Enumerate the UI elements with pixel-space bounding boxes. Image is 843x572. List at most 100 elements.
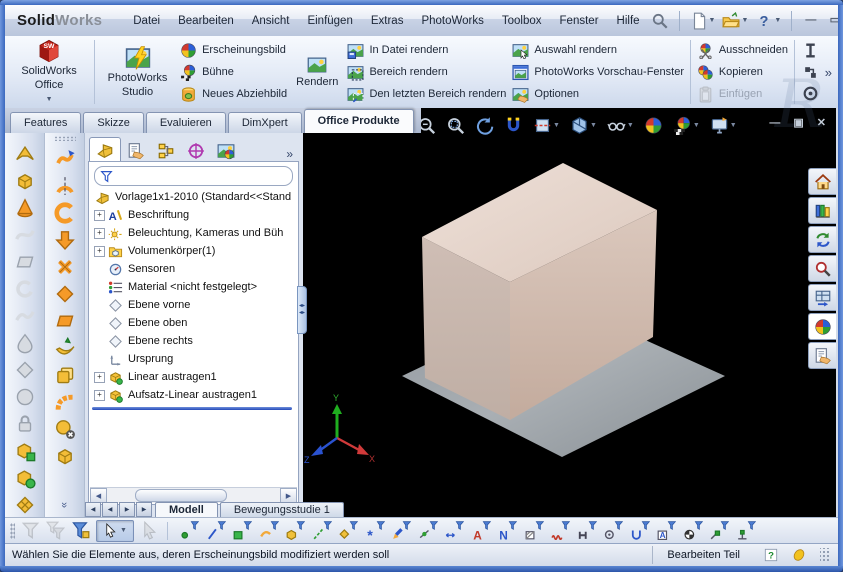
delete-body-tool-button[interactable] [54,418,76,440]
help-button[interactable]: ?▼ [753,11,783,31]
auswahl-rendern-button[interactable]: Auswahl rendern [512,40,684,60]
previous-view-button[interactable] [473,115,496,136]
beschriftung-row[interactable]: +ABeschriftung [89,206,298,224]
filter-midpoints-button[interactable] [419,521,438,540]
menu-datei[interactable]: Datei [124,6,169,36]
view-orientation-button[interactable]: ▼ [568,115,599,136]
den-letzten-bereich-rendern-button[interactable]: Den letzten Bereich rendern [347,84,506,104]
photoworks-studio-button[interactable]: PhotoWorks Studio [98,36,177,108]
kopieren-button[interactable]: Kopieren [697,62,788,82]
solidworks-office-button[interactable]: SW SolidWorks Office ▼ [7,36,91,108]
optionen-button[interactable]: Optionen [512,84,684,104]
filter-dowel-symbols-button[interactable] [604,521,623,540]
lock-tool-button[interactable] [14,413,36,435]
filter-notes-button[interactable]: N [498,521,517,540]
filter-axes-button[interactable] [313,521,332,540]
volumenkoerper-row[interactable]: +Volumenkörper(1) [89,242,298,260]
toolbar-grip[interactable] [10,523,15,539]
first-tab-button[interactable]: ◀ [85,502,101,517]
quick-tips-icon[interactable]: ? [764,548,778,562]
tab-office-produkte[interactable]: Office Produkte [304,109,414,133]
menu-hilfe[interactable]: Hilfe [608,6,649,36]
graphics-viewport[interactable]: Y X Z ▼▼▼▼▼ —▣✕ [303,108,836,517]
tree-horizontal-scrollbar[interactable]: ◀ ▶ [90,487,297,503]
appearances-scenes-tab[interactable] [808,313,836,340]
menu-photoworks[interactable]: PhotoWorks [412,6,492,36]
rendern-button[interactable]: Rendern [290,36,344,108]
toolbar-grip[interactable] [54,136,76,141]
minimize-button[interactable]: — [800,12,821,29]
split-tool-button[interactable] [14,143,36,165]
menu-fenster[interactable]: Fenster [551,6,608,36]
linear-austragen1-expander[interactable]: + [94,372,105,383]
beleuchtung-kameras-expander[interactable]: + [94,228,105,239]
neues-abziehbild-button[interactable]: Neues Abziehbild [180,84,287,104]
propertymanager-tab[interactable] [121,140,151,161]
structural-member-button[interactable] [800,63,821,82]
displaymanager-tab[interactable] [211,140,241,161]
scroll-left-button[interactable]: ◀ [90,488,107,503]
erscheinungsbild-button[interactable]: Erscheinungsbild [180,40,287,60]
part-root-row[interactable]: Vorlage1x1-2010 (Standard<<Stand [89,188,298,206]
beleuchtung-kameras-row[interactable]: +Beleuchtung, Kameras und Büh [89,224,298,242]
aufsatz-linear-austragen1-expander[interactable]: + [94,390,105,401]
filter-route-points-button[interactable] [710,521,729,540]
filter-planes-button[interactable] [339,521,358,540]
buehne-button[interactable]: Bühne [180,62,287,82]
tab-dimxpert[interactable]: DimXpert [228,112,302,133]
linear-austragen1-row[interactable]: +Linear austragen1 [89,368,298,386]
feature-tool-10-button[interactable] [14,386,36,408]
tag-icon[interactable] [792,548,806,562]
view-settings-button[interactable]: ▼ [708,115,739,136]
feature-tool-8-button[interactable] [14,332,36,354]
solid-tool-button[interactable] [54,445,76,467]
filter-surface-bodies-button[interactable] [260,521,279,540]
next-tab-button[interactable]: ▶ [119,502,135,517]
display-style-button[interactable]: ▼ [605,115,636,136]
bereich-rendern-button[interactable]: Bereich rendern [347,62,506,82]
magnetic-snap-button[interactable] [502,115,525,136]
open-document-button[interactable]: ▼ [720,11,750,31]
wrap-tool-button[interactable] [54,148,76,170]
zoom-area-button[interactable] [444,115,467,136]
tab-evaluieren[interactable]: Evaluieren [146,112,226,133]
filter-center-of-mass-button[interactable] [684,521,703,540]
filter-weld-beads-button[interactable] [551,521,570,540]
freeform-tool-button[interactable] [54,337,76,359]
material-row[interactable]: Material <nicht festgelegt> [89,278,298,296]
einfuegen-button[interactable]: Einfügen [697,84,788,104]
select-tool-button[interactable]: ▼ [96,520,134,542]
filter-toggle-button[interactable] [21,521,40,540]
apply-scene-button[interactable]: ▼ [671,115,702,136]
deform-tool-button[interactable] [54,283,76,305]
ebene-oben-row[interactable]: Ebene oben [89,314,298,332]
pull-tool-button[interactable] [54,229,76,251]
mold-tool-button[interactable] [14,197,36,219]
lasso-select-button[interactable] [140,521,159,540]
combine-tool-button[interactable] [54,364,76,386]
dimxpertmanager-tab[interactable] [181,140,211,161]
feature-tool-9-button[interactable] [14,359,36,381]
filter-blocks-button[interactable]: A [657,521,676,540]
toggle-selection-filters-button[interactable] [71,521,90,540]
custom-properties-tab[interactable] [808,342,836,369]
clear-all-filters-button[interactable] [46,521,65,540]
scroll-right-button[interactable]: ▶ [280,488,297,503]
menu-toolbox[interactable]: Toolbox [493,6,551,36]
menu-bearbeiten[interactable]: Bearbeiten [169,6,243,36]
ursprung-row[interactable]: Ursprung [89,350,298,368]
in-datei-rendern-button[interactable]: In Datei rendern [347,40,506,60]
tab-skizze[interactable]: Skizze [83,112,143,133]
prev-tab-button[interactable]: ◀ [102,502,118,517]
filter-connection-points-button[interactable] [737,521,756,540]
filter-sketch-points-button[interactable]: * [366,521,385,540]
feature-tool-5-button[interactable] [14,251,36,273]
beschriftung-expander[interactable]: + [94,210,105,221]
filter-solid-bodies-button[interactable] [286,521,305,540]
volumenkoerper-expander[interactable]: + [94,246,105,257]
menu-ansicht[interactable]: Ansicht [243,6,299,36]
ebene-vorne-row[interactable]: Ebene vorne [89,296,298,314]
viewport-3d-scene[interactable]: Y X Z [303,108,836,517]
filter-sketches-button[interactable] [392,521,411,540]
filter-hatch-button[interactable] [525,521,544,540]
